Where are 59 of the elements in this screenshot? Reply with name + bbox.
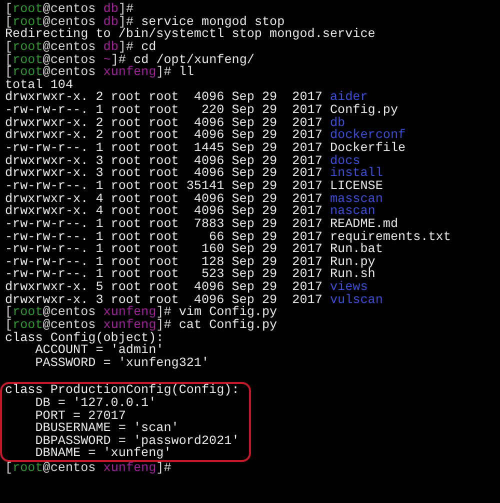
- file-details: -rw-rw-r--. 1 root root 523 Sep 29 2017: [5, 268, 322, 282]
- directory-name: dockerconf: [330, 129, 406, 142]
- file-name: LICENSE: [330, 180, 383, 193]
- output-text: class ProductionConfig(Config):: [5, 384, 240, 397]
- output-text: DB = '127.0.0.1': [34, 396, 156, 410]
- directory-name: vulscan: [330, 294, 383, 306]
- command-text: cat Config.py: [178, 319, 278, 332]
- file-details: drwxrwxr-x. 3 root root 4096 Sep 29 2017: [5, 294, 322, 306]
- file-name: README.md: [330, 218, 398, 231]
- directory-name: install: [330, 167, 383, 180]
- file-details: drwxrwxr-x. 4 root root 4096 Sep 29 2017: [5, 192, 322, 206]
- command-text: cd /opt/xunfeng/: [134, 54, 254, 66]
- output-text: DBPASSWORD = 'password2021': [34, 434, 240, 448]
- shell-prompt: [root@centos xunfeng]#: [5, 462, 172, 475]
- command-text: vim Config.py: [178, 306, 278, 320]
- file-details: -rw-rw-r--. 1 root root 7883 Sep 29 2017: [5, 218, 322, 231]
- shell-prompt: [root@centos xunfeng]#: [5, 319, 172, 332]
- command-text: ll: [178, 66, 194, 79]
- output-text: DBNAME = 'xunfeng': [34, 447, 172, 460]
- file-details: -rw-rw-r--. 1 root root 1445 Sep 29 2017: [5, 142, 322, 155]
- file-details: drwxrwxr-x. 2 root root 4096 Sep 29 2017: [5, 116, 322, 130]
- shell-prompt: [root@centos xunfeng]#: [5, 306, 172, 320]
- shell-prompt: [root@centos ~]#: [5, 54, 126, 66]
- file-details: -rw-rw-r--. 1 root root 220 Sep 29 2017: [5, 104, 322, 117]
- command-text: cd: [141, 40, 156, 54]
- file-name: Run.bat: [330, 243, 383, 256]
- directory-name: nascan: [330, 205, 376, 218]
- output-text: DBUSERNAME = 'scan': [34, 422, 179, 435]
- output-text: PASSWORD = 'xunfeng321': [34, 356, 210, 370]
- file-details: drwxrwxr-x. 3 root root 4096 Sep 29 2017: [5, 167, 322, 180]
- directory-name: db: [330, 116, 346, 130]
- file-details: -rw-rw-r--. 1 root root 66 Sep 29 2017: [5, 230, 322, 244]
- shell-prompt: [root@centos db]#: [5, 3, 134, 16]
- file-details: drwxrwxr-x. 2 root root 4096 Sep 29 2017: [5, 91, 322, 104]
- file-details: -rw-rw-r--. 1 root root 35141 Sep 29 2017: [5, 180, 322, 193]
- file-name: requirements.txt: [330, 230, 451, 244]
- output-text: Redirecting to /bin/systemctl stop mongod.service: [5, 28, 376, 41]
- shell-prompt: [root@centos db]#: [5, 40, 134, 54]
- file-details: drwxrwxr-x. 5 root root 4096 Sep 29 2017: [5, 281, 322, 294]
- command-text: service mongod stop: [141, 16, 285, 28]
- file-details: drwxrwxr-x. 4 root root 4096 Sep 29 2017: [5, 205, 322, 218]
- output-text: ACCOUNT = 'admin': [34, 344, 164, 357]
- file-name: Run.sh: [330, 268, 376, 282]
- shell-prompt: [root@centos db]#: [5, 16, 134, 28]
- shell-prompt: [root@centos xunfeng]#: [5, 66, 172, 79]
- file-details: -rw-rw-r--. 1 root root 160 Sep 29 2017: [5, 243, 322, 256]
- directory-name: aider: [330, 91, 368, 104]
- directory-name: masscan: [330, 192, 383, 206]
- output-text: PORT = 27017: [34, 410, 126, 422]
- directory-name: views: [330, 281, 368, 294]
- file-details: -rw-rw-r--. 1 root root 128 Sep 29 2017: [5, 256, 322, 268]
- file-name: Config.py: [330, 104, 398, 117]
- file-name: Dockerfile: [330, 142, 406, 155]
- file-details: drwxrwxr-x. 3 root root 4096 Sep 29 2017: [5, 154, 322, 168]
- file-name: Run.py: [330, 256, 376, 268]
- output-text: total 104: [5, 78, 74, 92]
- output-text: class Config(object):: [5, 332, 164, 344]
- file-details: drwxrwxr-x. 2 root root 4096 Sep 29 2017: [5, 129, 322, 142]
- directory-name: docs: [330, 154, 360, 168]
